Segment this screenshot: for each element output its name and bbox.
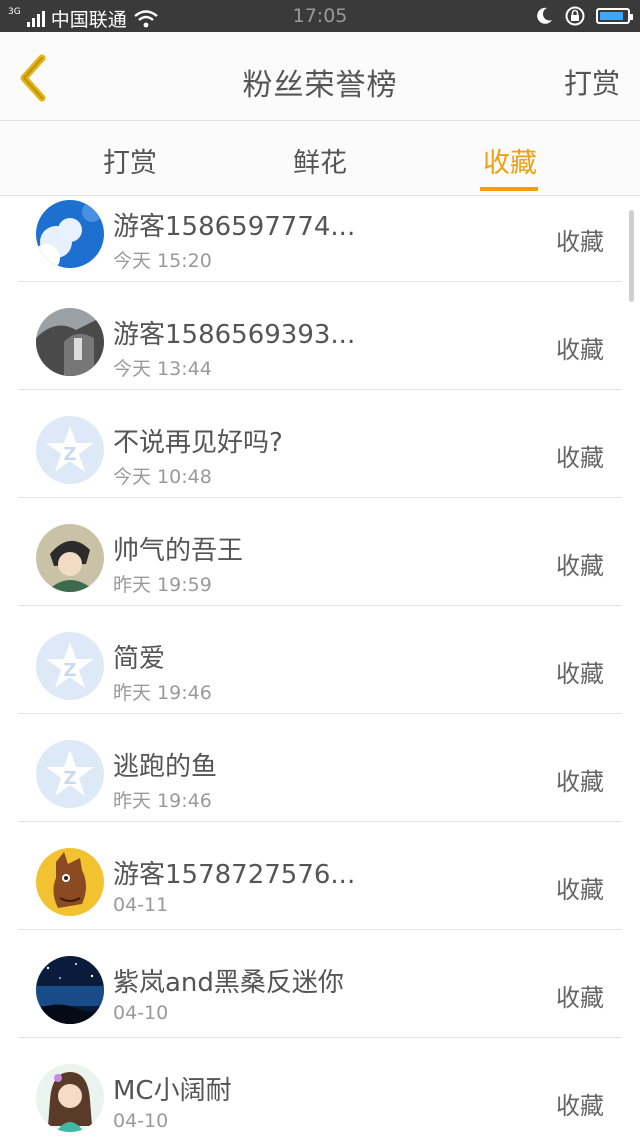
list-item[interactable]: 游客1586597774... 今天 15:20 收藏 [0, 196, 640, 282]
action-time: 昨天 19:46 [113, 790, 212, 812]
svg-text:Z: Z [63, 768, 76, 789]
action-time: 今天 13:44 [113, 358, 212, 380]
user-name: 游客1578727576... [113, 860, 356, 890]
tab-label: 鲜花 [293, 148, 347, 179]
favorite-action-label: 收藏 [556, 336, 604, 364]
fan-list[interactable]: 游客1586597774... 今天 15:20 收藏 游客1586569393… [0, 196, 640, 1138]
avatar-rock-image [36, 308, 104, 376]
svg-text:Z: Z [63, 660, 76, 681]
favorite-action-label: 收藏 [556, 1092, 604, 1120]
list-item[interactable]: Z 简爱 昨天 19:46 收藏 [0, 606, 640, 714]
action-time: 04-10 [113, 1110, 169, 1132]
favorite-action-label: 收藏 [556, 660, 604, 688]
default-avatar-icon: Z [36, 740, 104, 808]
user-name: 不说再见好吗? [113, 428, 283, 458]
rotation-lock-icon [565, 6, 585, 26]
reward-button[interactable]: 打赏 [564, 62, 620, 102]
favorite-action-label: 收藏 [556, 876, 604, 904]
tab-label: 收藏 [483, 148, 537, 179]
avatar [36, 524, 104, 592]
list-item[interactable]: Z 逃跑的鱼 昨天 19:46 收藏 [0, 714, 640, 822]
avatar [36, 308, 104, 376]
tab-label: 打赏 [103, 148, 157, 179]
status-right [534, 5, 633, 27]
user-name: 紫岚and黑桑反迷你 [113, 968, 344, 998]
action-time: 今天 10:48 [113, 466, 212, 488]
moon-icon [537, 7, 552, 24]
avatar [36, 200, 104, 268]
action-time: 昨天 19:59 [113, 574, 212, 596]
svg-text:Z: Z [63, 444, 76, 465]
avatar-night-image [36, 956, 104, 1024]
avatar-sky-image [36, 200, 104, 268]
active-tab-indicator [480, 187, 538, 191]
action-time: 04-11 [113, 894, 169, 916]
favorite-action-label: 收藏 [556, 552, 604, 580]
user-name: 游客1586569393... [113, 320, 356, 350]
avatar-anime-image [36, 524, 104, 592]
tab-bar: 打赏 鲜花 收藏 [0, 121, 640, 196]
avatar [36, 848, 104, 916]
avatar [36, 956, 104, 1024]
avatar: Z [36, 632, 104, 700]
avatar: Z [36, 740, 104, 808]
user-name: 游客1586597774... [113, 212, 356, 242]
list-item[interactable]: 游客1586569393... 今天 13:44 收藏 [0, 282, 640, 390]
battery-level [600, 12, 623, 20]
avatar-anime-girl-image [36, 1064, 104, 1132]
battery-icon [596, 8, 633, 24]
action-time: 今天 15:20 [113, 250, 212, 272]
list-item[interactable]: 紫岚and黑桑反迷你 04-10 收藏 [0, 930, 640, 1038]
list-item[interactable]: 帅气的吾王 昨天 19:59 收藏 [0, 498, 640, 606]
default-avatar-icon: Z [36, 632, 104, 700]
status-bar: 3G 中国联通 17:05 [0, 0, 640, 32]
favorite-action-label: 收藏 [556, 984, 604, 1012]
tab-flowers[interactable]: 鲜花 [260, 141, 380, 180]
user-name: 帅气的吾王 [113, 536, 244, 566]
action-time: 昨天 19:46 [113, 682, 212, 704]
user-name: MC小阔耐 [113, 1076, 232, 1106]
user-name: 逃跑的鱼 [113, 752, 218, 782]
scrollbar[interactable] [629, 210, 634, 302]
avatar [36, 1064, 104, 1132]
app-header: 粉丝荣誉榜 打赏 [0, 32, 640, 121]
tab-favorites[interactable]: 收藏 [450, 141, 570, 191]
list-item[interactable]: MC小阔耐 04-10 收藏 [0, 1038, 640, 1138]
user-name: 简爱 [113, 644, 166, 674]
list-item[interactable]: Z 不说再见好吗? 今天 10:48 收藏 [0, 390, 640, 498]
tab-reward[interactable]: 打赏 [70, 141, 190, 180]
favorite-action-label: 收藏 [556, 444, 604, 472]
favorite-action-label: 收藏 [556, 228, 604, 256]
avatar: Z [36, 416, 104, 484]
default-avatar-icon: Z [36, 416, 104, 484]
list-item[interactable]: 游客1578727576... 04-11 收藏 [0, 822, 640, 930]
favorite-action-label: 收藏 [556, 768, 604, 796]
action-time: 04-10 [113, 1002, 169, 1024]
page-title: 粉丝荣誉榜 [242, 68, 398, 103]
avatar-horse-image [36, 848, 104, 916]
